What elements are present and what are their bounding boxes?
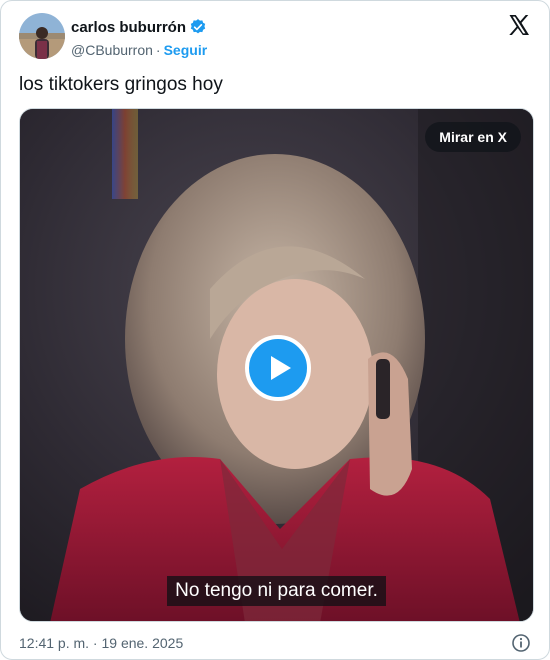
verified-badge-icon — [189, 18, 207, 36]
embedded-tweet-card: carlos buburrón @CBuburron · Seguir los … — [0, 0, 550, 660]
tweet-timestamp[interactable]: 12:41 p. m. · 19 ene. 2025 — [19, 635, 183, 651]
video-subtitle: No tengo ni para comer. — [20, 576, 533, 606]
tweet-text: los tiktokers gringos hoy — [19, 74, 223, 95]
video-media[interactable]: Mirar en X No tengo ni para comer. — [19, 108, 534, 622]
follow-button[interactable]: Seguir — [164, 42, 208, 58]
tweet-footer: 12:41 p. m. · 19 ene. 2025 — [19, 633, 531, 653]
separator: · — [155, 42, 161, 58]
info-icon[interactable] — [511, 633, 531, 653]
subtitle-text: No tengo ni para comer. — [167, 576, 386, 606]
name-row: carlos buburrón — [71, 17, 207, 37]
x-logo-icon[interactable] — [507, 13, 531, 37]
watch-on-x-button[interactable]: Mirar en X — [425, 122, 521, 152]
handle-row: @CBuburron · Seguir — [71, 42, 207, 58]
author-info: carlos buburrón @CBuburron · Seguir — [71, 17, 207, 59]
play-icon — [270, 356, 291, 380]
avatar[interactable] — [19, 13, 65, 59]
tweet-header: carlos buburrón @CBuburron · Seguir — [19, 13, 535, 61]
author-name[interactable]: carlos buburrón — [71, 19, 186, 36]
play-button[interactable] — [245, 335, 311, 401]
author-handle[interactable]: @CBuburron — [71, 42, 153, 58]
